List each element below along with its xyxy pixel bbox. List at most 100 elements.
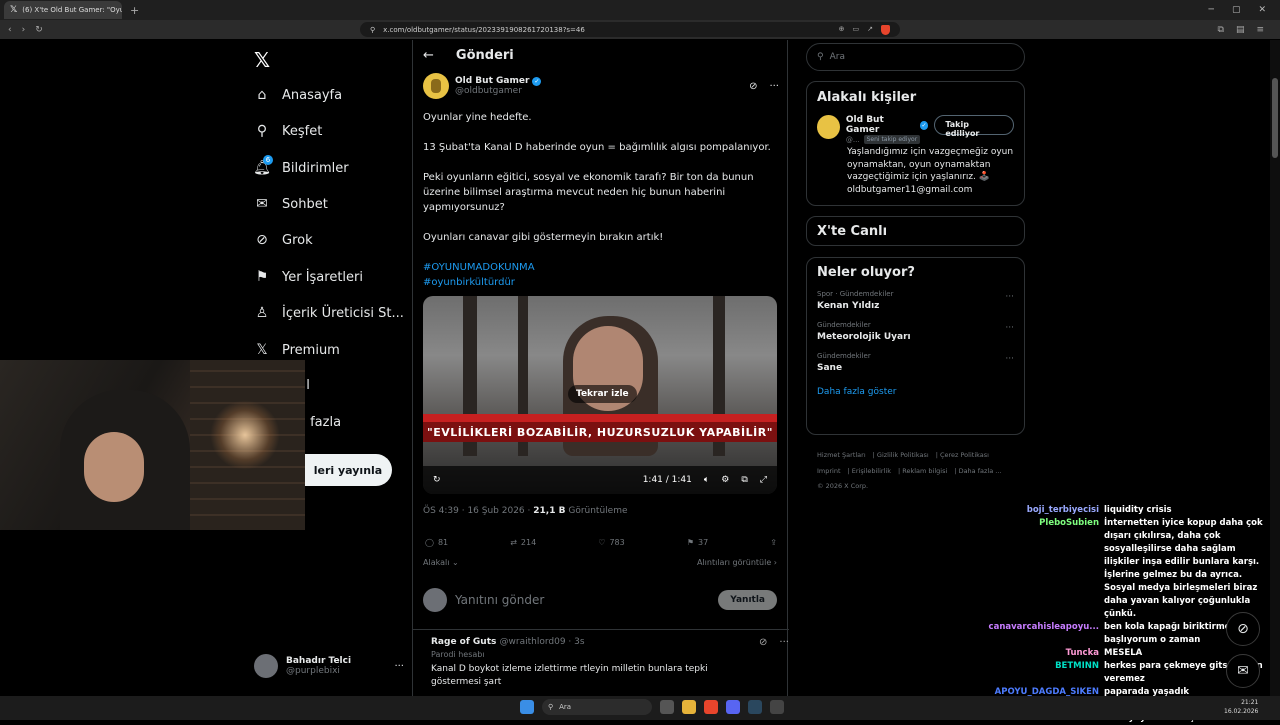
x-logo-icon[interactable]: 𝕏	[254, 48, 270, 72]
hashtag-link[interactable]: #oyunbirkültürdür	[423, 275, 773, 290]
site-info-icon[interactable]: ⚲	[370, 26, 375, 34]
more-icon[interactable]: ···	[1005, 323, 1014, 333]
pip-icon[interactable]: ⧉	[741, 475, 747, 485]
reply-author-name[interactable]: Rage of Guts	[431, 637, 496, 647]
brave-shield-icon[interactable]	[881, 25, 890, 35]
footer-link[interactable]: Çerez Politikası	[940, 451, 989, 459]
forward-icon[interactable]: ›	[22, 25, 26, 35]
show-more-link[interactable]: Daha fazla göster	[817, 387, 1014, 397]
clock[interactable]: 21:2116.02.2026	[1224, 698, 1258, 716]
nav-label: Yer İşaretleri	[282, 270, 363, 285]
grok-float-icon[interactable]: ⊘	[1226, 612, 1260, 646]
footer-link[interactable]: Reklam bilgisi	[902, 467, 947, 475]
trend-item[interactable]: GündemdekilerMeteorolojik Uyarı···	[817, 321, 1014, 342]
account-switcher[interactable]: Bahadır Telci @purplebixi ···	[254, 654, 404, 678]
reply-submit-button[interactable]: Yanıtla	[718, 590, 777, 610]
replay-button[interactable]: Tekrar izle	[568, 385, 637, 403]
nav-messages[interactable]: ✉Sohbet	[254, 196, 328, 212]
share-button[interactable]: ⇪	[770, 538, 777, 547]
messages-float-icon[interactable]: ✉	[1226, 654, 1260, 688]
grok-icon[interactable]: ⊘	[749, 81, 757, 92]
more-icon[interactable]: ···	[1005, 354, 1014, 364]
minimize-icon[interactable]: ─	[1209, 5, 1214, 15]
retweet-count: 214	[521, 538, 536, 547]
extensions-icon[interactable]: ⧉	[1218, 25, 1224, 35]
footer-link[interactable]: Hizmet Şartları	[817, 451, 866, 459]
maximize-icon[interactable]: ▢	[1232, 5, 1241, 15]
trends-card: Neler oluyor? Spor · GündemdekilerKenan …	[806, 257, 1025, 435]
nav-bookmarks[interactable]: ⚑ Yer İşaretleri	[254, 269, 363, 285]
like-button[interactable]: ♡783	[598, 538, 624, 547]
sort-row: Alakalı ⌄ Alıntıları görüntüle ›	[423, 558, 777, 567]
volume-icon[interactable]: 🔈︎	[704, 475, 709, 485]
page-scrollbar[interactable]	[1270, 40, 1280, 696]
nav-notifications[interactable]: 🔔︎6Bildirimler	[254, 160, 349, 176]
live-card[interactable]: X'te Canlı	[806, 216, 1025, 246]
reply-button[interactable]: ◯81	[425, 538, 448, 547]
author-handle: @oldbutgamer	[455, 86, 541, 96]
author-name-row[interactable]: Old But Gamer✓	[455, 76, 541, 86]
brave-browser-icon[interactable]	[704, 700, 718, 714]
grok-icon[interactable]: ⊘	[759, 637, 767, 689]
menu-icon[interactable]: ≡	[1256, 25, 1264, 35]
fullscreen-icon[interactable]: ⤢	[760, 475, 767, 485]
following-button[interactable]: Takip ediliyor	[934, 115, 1014, 135]
nav-explore[interactable]: ⚲Keşfet	[254, 123, 322, 139]
bookmark-button[interactable]: ⚑37	[687, 538, 708, 547]
sort-dropdown[interactable]: Alakalı ⌄	[423, 558, 459, 567]
nav-creator-studio[interactable]: ♙İçerik Üreticisi St...	[254, 305, 404, 321]
view-quotes-link[interactable]: Alıntıları görüntüle ›	[697, 558, 777, 567]
nav-premium[interactable]: 𝕏Premium	[254, 342, 340, 358]
back-icon[interactable]: ‹	[8, 25, 12, 35]
wallet-icon[interactable]: ▤	[1236, 25, 1245, 35]
share-icon[interactable]: ↗	[867, 25, 873, 35]
footer-link[interactable]: Imprint	[817, 467, 841, 475]
reply-author-handle: @wraithlord09 · 3s	[500, 637, 585, 647]
scroll-thumb[interactable]	[1272, 78, 1278, 158]
obs-icon[interactable]	[770, 700, 784, 714]
trend-item[interactable]: GündemdekilerSane···	[817, 352, 1014, 373]
screen-icon[interactable]: ▭	[853, 25, 860, 35]
hashtag-link[interactable]: #OYUNUMADOKUNMA	[423, 260, 773, 275]
tweet-top-actions: ⊘ ···	[749, 81, 779, 92]
reply-input[interactable]: Yanıtını gönder	[455, 593, 544, 607]
close-window-icon[interactable]: ✕	[1258, 5, 1266, 15]
nav-home[interactable]: ⌂Anasayfa	[254, 87, 342, 103]
footer-link[interactable]: Daha fazla ...	[959, 467, 1002, 475]
back-arrow-icon[interactable]: ←	[423, 48, 434, 63]
replay-icon[interactable]: ↻	[433, 475, 441, 485]
url-bar[interactable]: ⚲ x.com/oldbutgamer/status/2023391908261…	[360, 22, 900, 37]
new-tab-button[interactable]: +	[130, 4, 139, 17]
trend-item[interactable]: Spor · GündemdekilerKenan Yıldız···	[817, 290, 1014, 311]
more-icon[interactable]: ···	[1005, 292, 1014, 302]
windows-start-icon[interactable]	[520, 700, 534, 714]
settings-icon[interactable]: ⚙	[721, 475, 729, 485]
file-explorer-icon[interactable]	[682, 700, 696, 714]
more-icon[interactable]: ···	[394, 661, 404, 672]
steam-icon[interactable]	[748, 700, 762, 714]
video-player[interactable]: Tekrar izle "EVLİLİKLERİ BOZABİLİR, HUZU…	[423, 296, 777, 494]
nav-grok[interactable]: ⊘Grok	[254, 232, 313, 248]
bookmark-icon: ⚑	[254, 269, 270, 285]
reload-icon[interactable]: ↻	[35, 25, 43, 35]
taskbar-search[interactable]: ⚲Ara	[542, 699, 652, 715]
discord-icon[interactable]	[726, 700, 740, 714]
zoom-icon[interactable]: ⊕	[839, 25, 845, 35]
video-controls: ↻ 1:41 / 1:41 🔈︎ ⚙ ⧉ ⤢	[423, 466, 777, 494]
avatar[interactable]	[817, 115, 840, 139]
retweet-button[interactable]: ⇄214	[510, 538, 536, 547]
task-view-icon[interactable]	[660, 700, 674, 714]
more-icon[interactable]: ···	[769, 81, 779, 92]
reply-tweet[interactable]: Rage of Guts @wraithlord09 · 3s Parodi h…	[423, 637, 777, 689]
search-input[interactable]: ⚲Ara	[806, 43, 1025, 71]
more-icon[interactable]: ···	[779, 637, 789, 689]
browser-tab[interactable]: 𝕏 (6) X'te Old But Gamer: "Oyunla ✕	[4, 1, 122, 19]
tweet-paragraph: Peki oyunların eğitici, sosyal ve ekonom…	[423, 170, 773, 215]
related-person[interactable]: Old But Gamer✓ @...Seni takip ediyor Tak…	[817, 115, 1014, 144]
author-info: Old But Gamer✓ @oldbutgamer	[455, 76, 541, 96]
timestamp[interactable]: ÖS 4:39 · 16 Şub 2026 ·	[423, 506, 530, 516]
footer-link[interactable]: Erişilebilirlik	[852, 467, 891, 475]
news-ticker-strip	[423, 414, 777, 422]
author-avatar[interactable]	[423, 73, 449, 99]
footer-link[interactable]: Gizlilik Politikası	[877, 451, 929, 459]
